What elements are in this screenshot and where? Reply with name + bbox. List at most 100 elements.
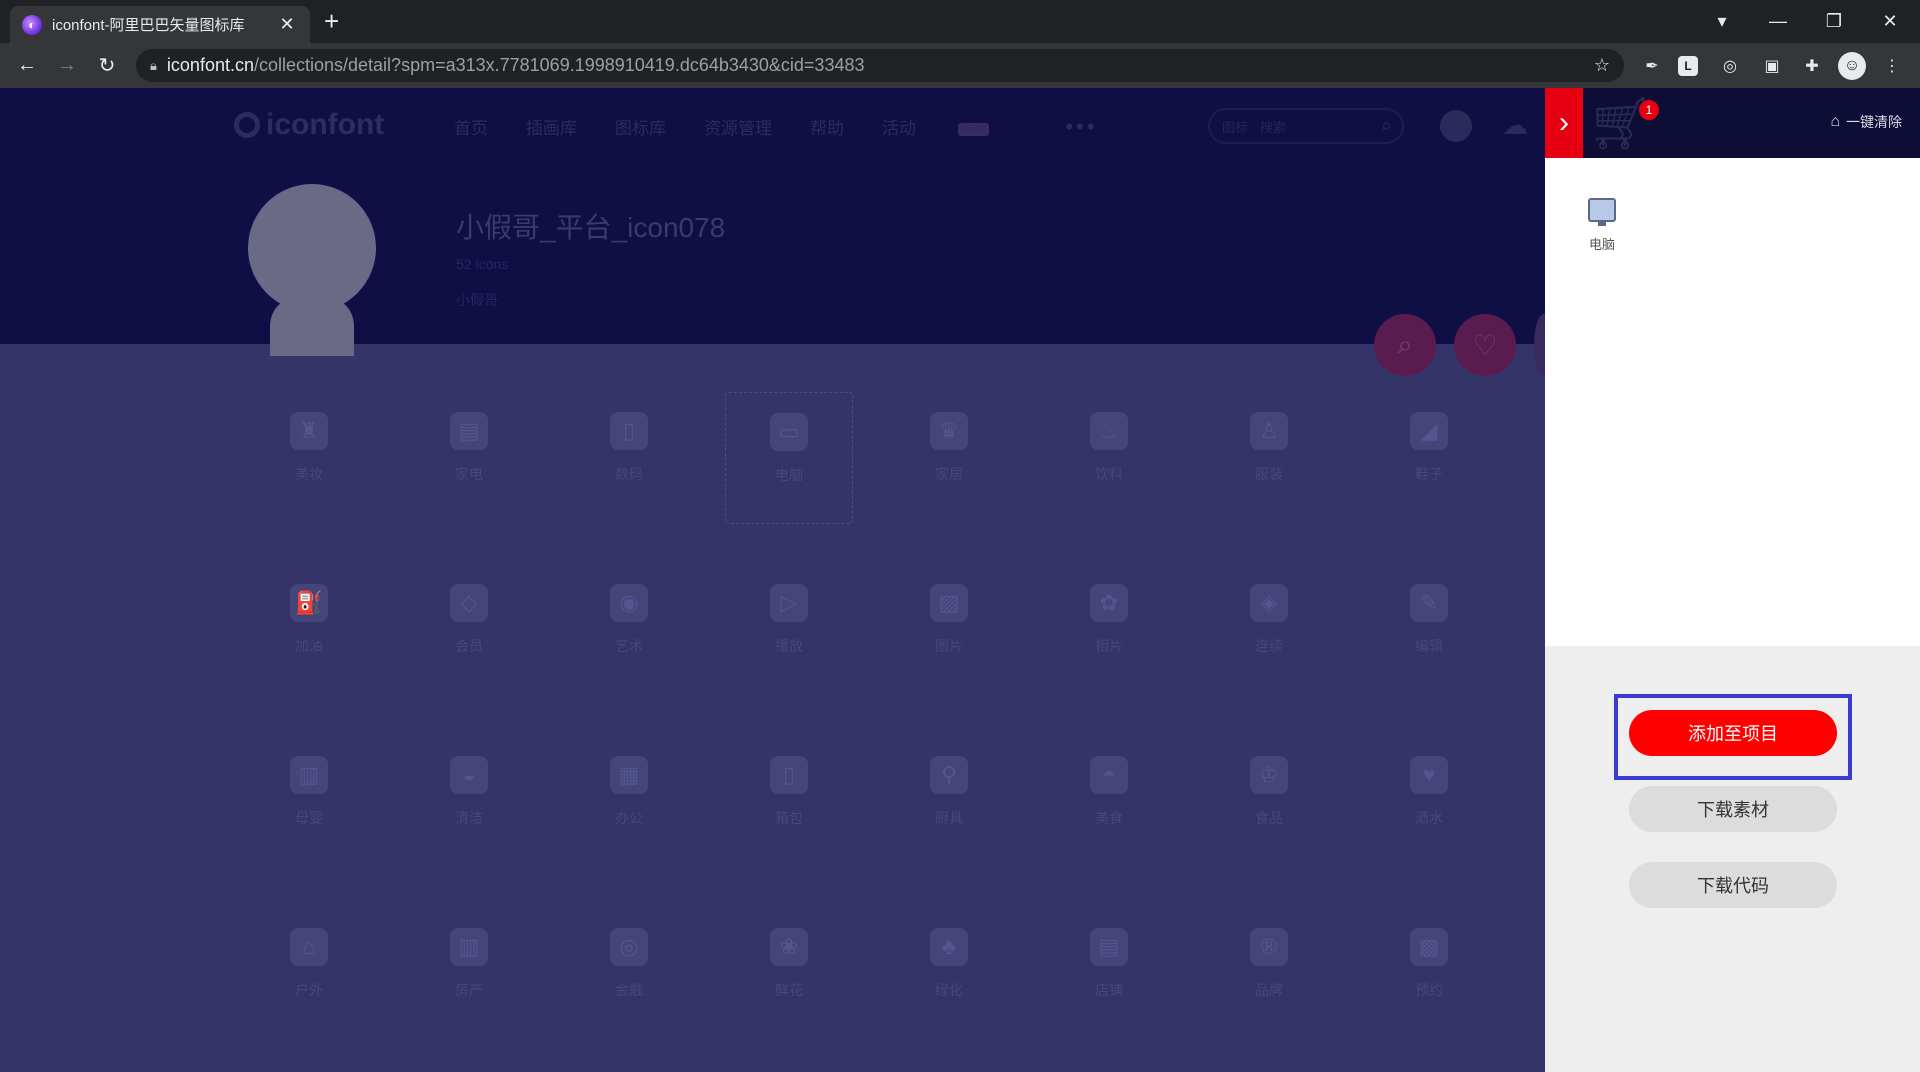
icon-card[interactable]: ⛽ 加油 [245, 564, 373, 696]
icon-card[interactable]: ◇ 会员 [405, 564, 533, 696]
nav-help[interactable]: 帮助 [810, 114, 844, 140]
cart-item[interactable]: 电脑 [1575, 198, 1629, 253]
new-tab-icon[interactable]: + [324, 6, 339, 36]
page-content: iconfont 首页 插画库 图标库 资源管理 帮助 活动 NEW ••• 图标… [0, 88, 1545, 1072]
cart-item-label: 电脑 [1588, 237, 1615, 252]
mask-extension-icon[interactable]: ▣ [1758, 52, 1786, 80]
icon-card[interactable]: ♥ 酒水 [1365, 736, 1493, 868]
l-extension-icon[interactable]: L [1678, 56, 1698, 76]
icon-label: 电脑 [775, 467, 803, 483]
icon-label: 房产 [455, 982, 483, 998]
computer-icon [1588, 198, 1616, 226]
icon-card[interactable]: ◈ 连续 [1205, 564, 1333, 696]
icon-label: 清洁 [455, 810, 483, 826]
icon-card[interactable]: ▥ 房产 [405, 908, 533, 1040]
computer-icon: ▭ [770, 413, 808, 451]
appliance-icon: ▤ [450, 412, 488, 450]
search-input[interactable]: 搜索 [1260, 117, 1286, 136]
icon-card[interactable]: ◒ 清洁 [405, 736, 533, 868]
site-search[interactable]: 图标 搜索 ⌕ [1208, 108, 1404, 144]
user-avatar[interactable] [1440, 110, 1472, 142]
nav-more-icon[interactable]: ••• [1065, 114, 1097, 140]
palette-icon: ◉ [610, 584, 648, 622]
icon-card[interactable]: ❀ 鲜花 [725, 908, 853, 1040]
clear-all-button[interactable]: ⌂ 一键清除 [1830, 112, 1902, 132]
search-type-select[interactable]: 图标 [1222, 117, 1248, 136]
tab-title: iconfont-阿里巴巴矢量图标库 [52, 17, 245, 34]
icon-card[interactable]: ⌂ 户外 [245, 908, 373, 1040]
icon-card[interactable]: ▦ 办公 [565, 736, 693, 868]
icon-label: 加油 [295, 638, 323, 654]
flower-icon: ✿ [1090, 584, 1128, 622]
drink-icon: ♨ [1090, 412, 1128, 450]
minimize-icon[interactable]: — [1758, 0, 1798, 43]
upload-cloud-icon[interactable]: ☁ [1502, 110, 1528, 141]
back-icon[interactable]: ← [12, 50, 42, 80]
tab-search-icon[interactable]: ▾ [1702, 0, 1742, 43]
icon-label: 母婴 [295, 810, 323, 826]
logo-text: iconfont [266, 108, 385, 141]
icon-card[interactable]: ▥ 母婴 [245, 736, 373, 868]
restore-icon[interactable]: ❐ [1814, 0, 1854, 43]
download-material-button[interactable]: 下载素材 [1629, 786, 1837, 832]
clothing-icon: ♙ [1250, 412, 1288, 450]
icon-card[interactable]: ✎ 编辑 [1365, 564, 1493, 696]
icon-card[interactable]: ♣ 绿化 [885, 908, 1013, 1040]
more-action-button[interactable] [1534, 314, 1545, 376]
clear-all-label: 一键清除 [1846, 114, 1902, 130]
nav-events[interactable]: 活动 NEW [882, 114, 1027, 140]
nav-icons[interactable]: 图标库 [615, 114, 666, 140]
collapse-chevron-icon[interactable]: › [1545, 88, 1583, 158]
food-cover-icon: ◓ [1090, 756, 1128, 794]
search-icon[interactable]: ⌕ [1381, 115, 1392, 138]
profile-avatar-icon[interactable]: ☺ [1838, 52, 1866, 80]
icon-card[interactable]: ▯ 数码 [565, 392, 693, 524]
icon-card[interactable]: ♜ 美妆 [245, 392, 373, 524]
close-window-icon[interactable]: ✕ [1870, 0, 1910, 43]
collection-author[interactable]: 小假哥 [456, 290, 498, 310]
icon-card[interactable]: ▤ 店铺 [1045, 908, 1173, 1040]
nav-events-label: 活动 [882, 119, 916, 138]
icon-card[interactable]: ♙ 服装 [1205, 392, 1333, 524]
icon-card[interactable]: ◢ 鞋子 [1365, 392, 1493, 524]
icon-card[interactable]: ▭ 电脑 [725, 392, 853, 524]
menu-kebab-icon[interactable]: ⋮ [1878, 52, 1906, 80]
nav-illustrations[interactable]: 插画库 [526, 114, 577, 140]
address-bar[interactable]: 🔒︎ iconfont.cn /collections/detail?spm=a… [136, 49, 1624, 82]
bouquet-icon: ❀ [770, 928, 808, 966]
icon-card[interactable]: ✿ 相片 [1045, 564, 1173, 696]
icon-label: 户外 [295, 982, 323, 998]
nav-resources[interactable]: 资源管理 [704, 114, 772, 140]
bookmark-star-icon[interactable]: ☆ [1594, 55, 1610, 76]
clear-broom-icon: ⌂ [1830, 113, 1840, 130]
icon-card[interactable]: ◓ 美食 [1045, 736, 1173, 868]
collection-search-button[interactable]: ⌕ [1374, 314, 1436, 376]
icon-card[interactable]: ◉ 艺术 [565, 564, 693, 696]
download-code-button[interactable]: 下载代码 [1629, 862, 1837, 908]
icon-card[interactable]: ▤ 家电 [405, 392, 533, 524]
icon-card[interactable]: ♛ 家居 [885, 392, 1013, 524]
icon-card[interactable]: ▷ 播放 [725, 564, 853, 696]
extensions-puzzle-icon[interactable]: ✚ [1798, 52, 1826, 80]
icon-card[interactable]: ▩ 预约 [1365, 908, 1493, 1040]
icon-card[interactable]: ♔ 食品 [1205, 736, 1333, 868]
glasses-extension-icon[interactable]: ◎ [1716, 52, 1744, 80]
icon-card[interactable]: ⚲ 厨具 [885, 736, 1013, 868]
browser-toolbar: ← → ↻ 🔒︎ iconfont.cn /collections/detail… [0, 43, 1920, 88]
icon-card[interactable]: ▨ 图片 [885, 564, 1013, 696]
nav-home[interactable]: 首页 [454, 114, 488, 140]
forward-icon[interactable]: → [52, 50, 82, 80]
icon-label: 美食 [1095, 810, 1123, 826]
icon-card[interactable]: ♨ 饮料 [1045, 392, 1173, 524]
pen-extension-icon[interactable]: ✒ [1638, 52, 1666, 80]
browser-tab[interactable]: ◐ iconfont-阿里巴巴矢量图标库 ✕ [10, 6, 310, 43]
tab-close-icon[interactable]: ✕ [276, 14, 298, 35]
icon-card[interactable]: ▯ 箱包 [725, 736, 853, 868]
add-to-project-button[interactable]: 添加至项目 [1629, 710, 1837, 756]
reload-icon[interactable]: ↻ [92, 50, 122, 80]
favorite-heart-button[interactable]: ♡ [1454, 314, 1516, 376]
icon-card[interactable]: ◎ 金融 [565, 908, 693, 1040]
continuous-icon: ◈ [1250, 584, 1288, 622]
site-logo[interactable]: iconfont [234, 108, 384, 142]
icon-card[interactable]: ® 品牌 [1205, 908, 1333, 1040]
